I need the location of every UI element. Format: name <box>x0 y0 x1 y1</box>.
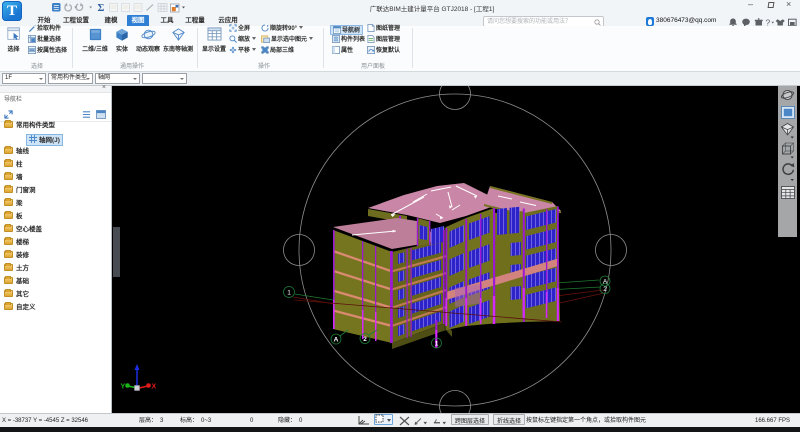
svg-text:Y: Y <box>121 384 126 391</box>
svg-text:2: 2 <box>603 286 607 293</box>
svg-text:X: X <box>152 384 157 391</box>
svg-text:1: 1 <box>435 341 439 348</box>
svg-text:A: A <box>334 337 339 344</box>
svg-text:1: 1 <box>287 290 291 297</box>
svg-text:A: A <box>603 279 608 286</box>
svg-text:2: 2 <box>363 336 367 343</box>
